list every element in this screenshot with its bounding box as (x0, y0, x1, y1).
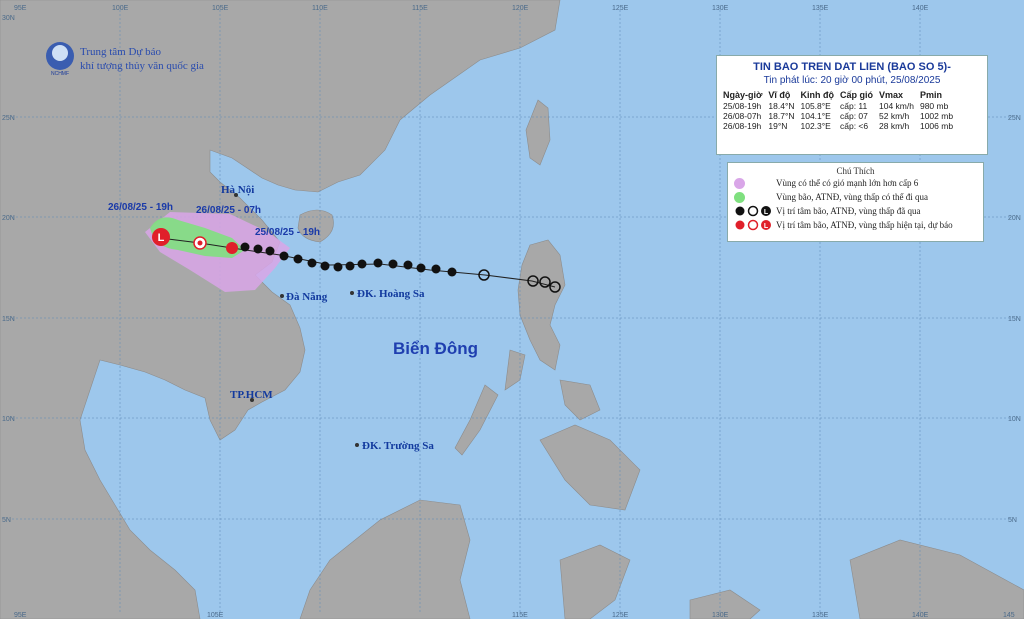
axis-top-7: 130E (712, 5, 729, 12)
axis-top-8: 135E (812, 5, 829, 12)
axis-bottom-2: 115E (512, 612, 528, 619)
agency-line2: khí tượng thủy văn quốc gia (80, 60, 204, 72)
col-level: Cấp gió (840, 90, 873, 100)
storm-info-panel: TIN BAO TREN DAT LIEN (BAO SO 5)- Tin ph… (716, 55, 988, 155)
legend-panel: Chú Thích Vùng có thể có gió mạnh lớn hơ… (727, 162, 984, 242)
col-pmin: Pmin (919, 90, 942, 100)
cell: 28 km/h (879, 121, 910, 131)
label-forecast-t1: 26/08/25 - 07h (196, 205, 261, 216)
axis-bottom-7: 145 (1003, 612, 1015, 619)
label-danang: Đà Nẵng (286, 291, 328, 303)
legend-text: Vùng có thể có gió mạnh lớn hơn cấp 6 (776, 178, 919, 188)
legend-text: Vùng bão, ATNĐ, vùng thấp có thể đi qua (776, 192, 928, 202)
storm-zone-swatch-icon (734, 191, 745, 203)
label-hanoi: Hà Nội (221, 184, 254, 196)
forecast-position-symbols-icon: L (728, 219, 776, 231)
axis-top-5: 120E (512, 5, 529, 12)
label-bien-dong: Biển Đông (393, 339, 478, 358)
cell: 19°N (768, 121, 788, 131)
axis-right-1: 20N (1008, 215, 1021, 222)
agency-line1: Trung tâm Dự báo (80, 46, 162, 58)
axis-right-4: 5N (1008, 517, 1017, 524)
axis-bottom-6: 140E (912, 612, 929, 619)
cell: 102.3°E (800, 121, 831, 131)
col-lon: Kinh độ (800, 90, 835, 100)
cell: 105.8°E (800, 101, 831, 111)
table-row: 26/08-19h 19°N 102.3°E cấp: <6 28 km/h 1006 m… (721, 121, 957, 131)
cell: 980 mb (919, 101, 949, 111)
table-row: 25/08-19h 18.4°N 105.8°E cấp: 11 104 km/h 980… (721, 101, 957, 111)
legend-item: L Vị trí tâm bão, ATNĐ, vùng thấp hiện t… (728, 218, 983, 232)
cell: 1006 mb (919, 121, 954, 131)
axis-right-3: 10N (1008, 416, 1021, 423)
legend-title: Chú Thích (836, 166, 875, 176)
axis-bottom-0: 95E (14, 612, 27, 619)
axis-bottom-1: 105E (207, 612, 224, 619)
cell: 18.4°N (768, 101, 795, 111)
legend-text: Vị trí tâm bão, ATNĐ, vùng thấp hiện tại… (776, 220, 953, 230)
panel-title: TIN BAO TREN DAT LIEN (BAO SO 5)- (753, 61, 951, 73)
table-row: 26/08-07h 18.7°N 104.1°E cấp: 07 52 km/h 1002… (721, 111, 957, 121)
cell: 18.7°N (768, 111, 795, 121)
forecast-table: Ngày-giờ Vĩ độ Kinh độ Cấp gió Vmax Pmin… (721, 90, 957, 131)
legend-item: Vùng bão, ATNĐ, vùng thấp có thể đi qua (728, 190, 983, 204)
col-lat: Vĩ độ (768, 90, 791, 100)
svg-text:L: L (764, 223, 769, 230)
legend-item: L Vị trí tâm bão, ATNĐ, vùng thấp đã qua (728, 204, 983, 218)
label-forecast-t2: 26/08/25 - 19h (108, 202, 173, 213)
axis-left-2: 15N (2, 316, 15, 323)
past-position-symbols-icon: L (728, 205, 776, 217)
label-truongsa: ĐK. Trường Sa (362, 440, 434, 452)
cell: 1002 mb (919, 111, 954, 121)
axis-bottom-3: 125E (612, 612, 629, 619)
axis-left-1: 20N (2, 215, 15, 222)
svg-text:L: L (764, 209, 769, 216)
forecast-26-07h-dot (197, 240, 203, 246)
axis-top-0: 95E (14, 5, 27, 12)
legend-item: Vùng có thể có gió mạnh lớn hơn cấp 6 (728, 176, 983, 190)
forecast-26-19h-marker: L (158, 232, 165, 244)
current-storm-center (226, 242, 238, 254)
axis-right-0: 25N (1008, 115, 1021, 122)
axis-left-3: 10N (2, 416, 15, 423)
cell: cấp: <6 (840, 121, 869, 131)
axis-top-3: 110E (312, 5, 328, 12)
label-hcm: TP.HCM (230, 389, 273, 401)
agency-name: Trung tâm Dự báo khí tượng thủy văn quốc… (80, 45, 204, 73)
cell: 104 km/h (879, 101, 914, 111)
cell: 26/08-07h (723, 111, 762, 121)
label-hoangsa: ĐK. Hoàng Sa (357, 288, 425, 300)
axis-left-4: 5N (2, 517, 11, 524)
col-time: Ngày-giờ (723, 90, 763, 100)
axis-left-0: 25N (2, 115, 15, 122)
cell: cấp: 07 (840, 111, 868, 121)
cell: 26/08-19h (723, 121, 762, 131)
cell: 104.1°E (800, 111, 831, 121)
axis-bottom-5: 135E (812, 612, 829, 619)
label-forecast-t0: 25/08/25 - 19h (255, 227, 320, 238)
panel-subtitle: Tin phát lúc: 20 giờ 00 phút, 25/08/2025 (763, 75, 941, 86)
cell: cấp: 11 (840, 101, 868, 111)
axis-top-1: 100E (112, 5, 129, 12)
axis-right-2: 15N (1008, 316, 1021, 323)
axis-top-4: 115E (412, 5, 428, 12)
axis-left-5: 30N (2, 15, 15, 22)
legend-text: Vị trí tâm bão, ATNĐ, vùng thấp đã qua (776, 206, 921, 216)
table-header: Ngày-giờ Vĩ độ Kinh độ Cấp gió Vmax Pmin (721, 90, 957, 101)
axis-top-2: 105E (212, 5, 229, 12)
cell: 52 km/h (879, 111, 910, 121)
axis-bottom-4: 130E (712, 612, 729, 619)
wind-zone-swatch-icon (734, 177, 745, 189)
axis-top-6: 125E (612, 5, 629, 12)
cell: 25/08-19h (723, 101, 762, 111)
col-vmax: Vmax (879, 90, 904, 100)
svg-text:NCHMF: NCHMF (51, 71, 69, 77)
axis-top-9: 140E (912, 5, 929, 12)
